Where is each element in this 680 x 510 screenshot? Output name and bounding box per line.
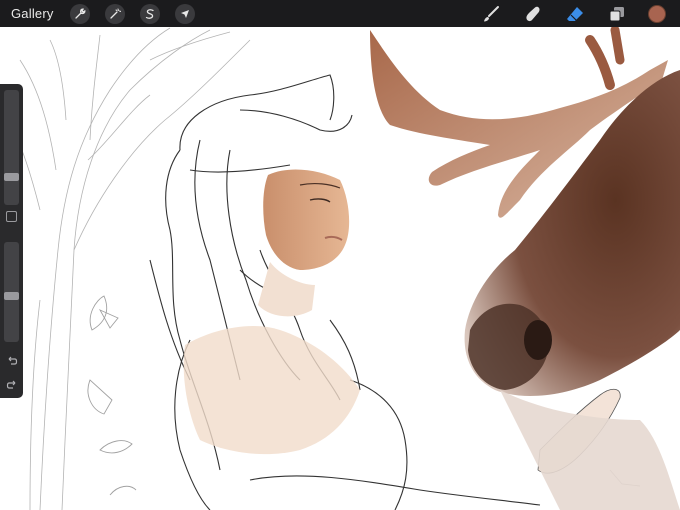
redo-icon	[6, 380, 15, 389]
opacity-slider[interactable]	[4, 242, 19, 342]
magic-wand-icon	[109, 8, 121, 19]
top-toolbar: Gallery	[0, 0, 680, 27]
right-tools	[480, 0, 680, 27]
actions-button[interactable]	[69, 3, 90, 24]
wrench-icon	[74, 8, 86, 19]
smudge-finger-icon	[526, 6, 540, 21]
artwork	[7, 27, 680, 510]
layers-button[interactable]	[606, 3, 628, 25]
brush-size-slider[interactable]	[4, 90, 19, 205]
modify-button[interactable]	[6, 211, 17, 222]
undo-button[interactable]	[5, 354, 18, 367]
adjustments-button[interactable]	[104, 3, 125, 24]
transform-button[interactable]	[174, 3, 195, 24]
brush-size-thumb[interactable]	[4, 173, 19, 181]
layers-icon	[609, 6, 624, 21]
eraser-icon	[567, 6, 583, 21]
selection-button[interactable]	[139, 3, 160, 24]
redo-button[interactable]	[5, 378, 18, 391]
gallery-button[interactable]: Gallery	[11, 6, 54, 21]
selection-s-icon	[145, 8, 154, 19]
color-picker[interactable]	[648, 4, 666, 23]
left-sidebar	[0, 84, 23, 398]
opacity-thumb[interactable]	[4, 292, 19, 300]
brush-icon	[484, 5, 499, 21]
smudge-button[interactable]	[522, 3, 544, 25]
drawing-canvas[interactable]	[0, 27, 680, 510]
brush-button[interactable]	[480, 3, 502, 25]
eraser-button[interactable]	[564, 3, 586, 25]
undo-icon	[8, 356, 17, 365]
arrow-cursor-icon	[180, 9, 189, 18]
